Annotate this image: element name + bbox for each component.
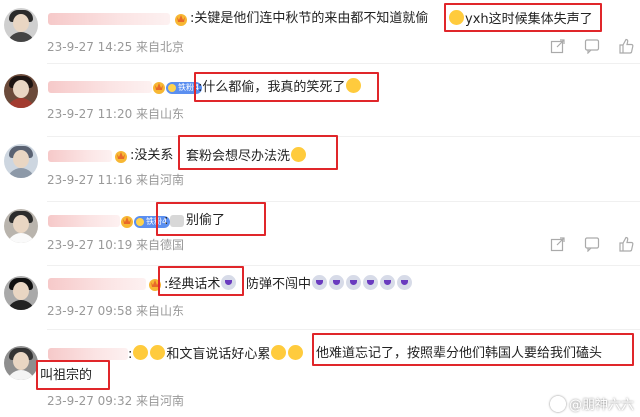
comment-text: :关键是他们连中秋节的来由都不知道就偷 bbox=[190, 11, 429, 26]
avatar[interactable] bbox=[4, 209, 38, 243]
crown-icon bbox=[115, 151, 127, 163]
avatar[interactable] bbox=[4, 8, 38, 42]
comment-meta: 23-9-27 11:20 来自山东 bbox=[47, 107, 185, 121]
emoji-icon bbox=[271, 345, 287, 360]
crown-icon bbox=[153, 82, 165, 94]
emoji-icon bbox=[133, 345, 149, 360]
watermark: @朋神六六 bbox=[549, 394, 634, 413]
username-redacted[interactable] bbox=[48, 13, 170, 25]
highlight-box bbox=[178, 135, 338, 170]
comment-meta: 23-9-27 14:25 来自北京 bbox=[47, 40, 185, 54]
comment-text: : 和文盲说话好心累 bbox=[128, 345, 304, 364]
emoji-icon bbox=[150, 345, 166, 360]
crown-icon bbox=[175, 14, 187, 26]
avatar[interactable] bbox=[4, 276, 38, 310]
comment-meta: 23-9-27 09:32 来自河南 bbox=[47, 394, 185, 408]
highlight-box bbox=[444, 3, 602, 32]
share-icon[interactable] bbox=[550, 236, 566, 252]
username-redacted[interactable] bbox=[48, 348, 128, 360]
action-icons bbox=[550, 38, 640, 54]
comment-text-cont: 防弹不闯中 bbox=[246, 275, 413, 294]
ghost-emoji-icon bbox=[380, 275, 396, 290]
username-redacted[interactable] bbox=[48, 150, 112, 162]
highlight-box bbox=[36, 360, 110, 390]
crown-icon bbox=[121, 216, 133, 228]
avatar[interactable] bbox=[4, 144, 38, 178]
highlight-box bbox=[312, 333, 634, 366]
username-redacted[interactable] bbox=[48, 215, 120, 227]
highlight-box bbox=[156, 202, 266, 236]
ghost-emoji-icon bbox=[346, 275, 362, 290]
highlight-box bbox=[158, 266, 244, 296]
action-icons bbox=[550, 236, 640, 252]
comment-icon[interactable] bbox=[584, 236, 600, 252]
ghost-emoji-icon bbox=[329, 275, 345, 290]
username-redacted[interactable] bbox=[48, 278, 146, 290]
avatar[interactable] bbox=[4, 74, 38, 108]
comment-meta: 23-9-27 09:58 来自山东 bbox=[47, 304, 185, 318]
highlight-box bbox=[194, 72, 379, 102]
comment-icon[interactable] bbox=[584, 38, 600, 54]
comment-text: :没关系 bbox=[130, 148, 174, 163]
ghost-emoji-icon bbox=[363, 275, 379, 290]
comment-meta: 23-9-27 10:19 来自德国 bbox=[47, 238, 185, 252]
ghost-emoji-icon bbox=[312, 275, 328, 290]
share-icon[interactable] bbox=[550, 38, 566, 54]
ghost-emoji-icon bbox=[397, 275, 413, 290]
watermark-logo-icon bbox=[549, 396, 566, 412]
emoji-icon bbox=[288, 345, 304, 360]
username-redacted[interactable] bbox=[48, 81, 152, 93]
like-icon[interactable] bbox=[618, 38, 634, 54]
comment-meta: 23-9-27 11:16 来自河南 bbox=[47, 173, 185, 187]
like-icon[interactable] bbox=[618, 236, 634, 252]
avatar[interactable] bbox=[4, 346, 38, 380]
